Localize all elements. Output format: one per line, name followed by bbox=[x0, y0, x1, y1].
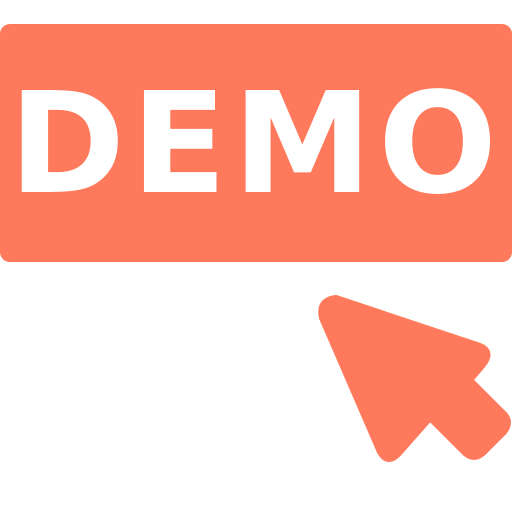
cursor-shape bbox=[318, 295, 511, 462]
demo-icon-canvas: DEMO bbox=[0, 0, 512, 512]
demo-button[interactable]: DEMO bbox=[0, 24, 512, 262]
demo-button-label: DEMO bbox=[8, 63, 504, 226]
